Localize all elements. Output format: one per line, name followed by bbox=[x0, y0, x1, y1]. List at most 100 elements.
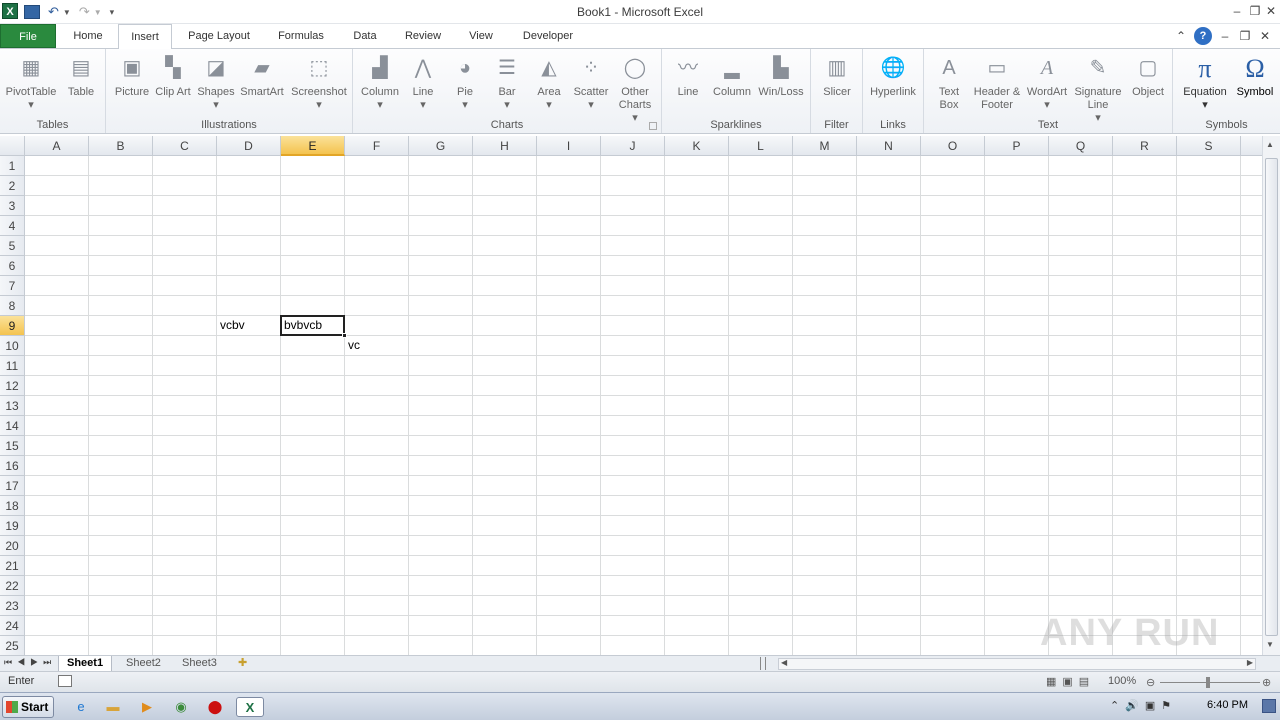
show-desktop-icon[interactable] bbox=[1262, 699, 1276, 713]
table-button[interactable]: ▤ Table bbox=[60, 51, 102, 99]
tab-review[interactable]: Review bbox=[396, 24, 450, 48]
tab-insert[interactable]: Insert bbox=[118, 24, 172, 49]
zoom-out-icon[interactable]: ⊖ bbox=[1146, 676, 1155, 689]
media-player-icon[interactable]: ▶ bbox=[136, 697, 158, 717]
row-header-13[interactable]: 13 bbox=[0, 396, 25, 416]
view-buttons[interactable]: ▦▣▤ bbox=[1046, 675, 1095, 688]
hyperlink-button[interactable]: 🌐 Hyperlink bbox=[865, 51, 921, 99]
row-header-3[interactable]: 3 bbox=[0, 196, 25, 216]
column-header-C[interactable]: C bbox=[153, 136, 217, 156]
row-header-18[interactable]: 18 bbox=[0, 496, 25, 516]
tab-file[interactable]: File bbox=[0, 24, 56, 48]
select-all-corner[interactable] bbox=[0, 136, 25, 156]
vertical-scroll-thumb[interactable] bbox=[1265, 158, 1278, 636]
wordart-button[interactable]: A WordArt ▾ bbox=[1024, 51, 1070, 112]
pie-chart-button[interactable]: ◕ Pie ▾ bbox=[445, 51, 485, 112]
tab-developer[interactable]: Developer bbox=[512, 24, 584, 48]
zoom-level[interactable]: 100% bbox=[1108, 675, 1136, 687]
row-header-7[interactable]: 7 bbox=[0, 276, 25, 296]
area-chart-button[interactable]: ◭ Area ▾ bbox=[529, 51, 569, 112]
scatter-chart-button[interactable]: ⁘ Scatter ▾ bbox=[569, 51, 613, 112]
row-header-10[interactable]: 10 bbox=[0, 336, 25, 356]
zoom-slider[interactable] bbox=[1160, 682, 1260, 683]
shapes-button[interactable]: ◪ Shapes ▾ bbox=[194, 51, 238, 112]
sheet-tab-sheet2[interactable]: Sheet2 bbox=[118, 656, 169, 672]
picture-button[interactable]: ▣ Picture bbox=[112, 51, 152, 99]
column-header-B[interactable]: B bbox=[89, 136, 153, 156]
tab-data[interactable]: Data bbox=[340, 24, 390, 48]
row-header-9[interactable]: 9 bbox=[0, 316, 25, 336]
row-header-21[interactable]: 21 bbox=[0, 556, 25, 576]
sheet-tab-sheet3[interactable]: Sheet3 bbox=[174, 656, 225, 672]
object-button[interactable]: ▢ Object bbox=[1126, 51, 1170, 99]
row-header-4[interactable]: 4 bbox=[0, 216, 25, 236]
workbook-restore-icon[interactable]: ❐ bbox=[1236, 27, 1254, 45]
tab-view[interactable]: View bbox=[458, 24, 504, 48]
horizontal-scrollbar[interactable]: ◀ ▶ bbox=[778, 658, 1256, 670]
column-header-M[interactable]: M bbox=[793, 136, 857, 156]
tab-split-handle[interactable] bbox=[760, 657, 766, 670]
opera-icon[interactable]: ⬤ bbox=[204, 697, 226, 717]
column-header-D[interactable]: D bbox=[217, 136, 281, 156]
column-header-H[interactable]: H bbox=[473, 136, 537, 156]
cell-E9[interactable]: bvbvcb bbox=[284, 315, 322, 335]
row-header-15[interactable]: 15 bbox=[0, 436, 25, 456]
column-header-F[interactable]: F bbox=[345, 136, 409, 156]
column-header-K[interactable]: K bbox=[665, 136, 729, 156]
sparkline-winloss-button[interactable]: ▙ Win/Loss bbox=[756, 51, 806, 99]
column-header-E[interactable]: E bbox=[281, 136, 345, 156]
other-charts-button[interactable]: ◯ Other Charts ▾ bbox=[613, 51, 657, 125]
help-icon[interactable]: ? bbox=[1194, 27, 1212, 45]
worksheet-grid[interactable]: ABCDEFGHIJKLMNOPQRS 1 2 3 4 5 6 7 8 9 10 11 12 13 14 1… bbox=[0, 136, 1262, 655]
column-header-S[interactable]: S bbox=[1177, 136, 1241, 156]
scroll-down-icon[interactable]: ▼ bbox=[1266, 640, 1274, 649]
row-header-11[interactable]: 11 bbox=[0, 356, 25, 376]
tab-page-layout[interactable]: Page Layout bbox=[178, 24, 260, 48]
row-header-19[interactable]: 19 bbox=[0, 516, 25, 536]
close-icon[interactable]: ✕ bbox=[1262, 2, 1280, 20]
chrome-icon[interactable]: ◉ bbox=[170, 697, 192, 717]
zoom-slider-thumb[interactable] bbox=[1206, 677, 1210, 688]
sheet-tab-sheet1[interactable]: Sheet1 bbox=[58, 656, 113, 672]
column-header-G[interactable]: G bbox=[409, 136, 473, 156]
internet-explorer-icon[interactable]: e bbox=[70, 697, 92, 717]
insert-sheet-icon[interactable]: ✚ bbox=[230, 656, 255, 672]
screenshot-button[interactable]: ⬚ Screenshot ▾ bbox=[288, 51, 350, 112]
row-header-14[interactable]: 14 bbox=[0, 416, 25, 436]
row-header-16[interactable]: 16 bbox=[0, 456, 25, 476]
row-header-5[interactable]: 5 bbox=[0, 236, 25, 256]
row-header-2[interactable]: 2 bbox=[0, 176, 25, 196]
signature-line-button[interactable]: ✎ Signature Line ▾ bbox=[1070, 51, 1126, 125]
excel-taskbar-icon[interactable]: X bbox=[236, 697, 264, 717]
vertical-scrollbar[interactable]: ▲ ▼ bbox=[1262, 136, 1280, 655]
clip-art-button[interactable]: ▚ Clip Art bbox=[154, 51, 192, 99]
row-header-22[interactable]: 22 bbox=[0, 576, 25, 596]
row-header-20[interactable]: 20 bbox=[0, 536, 25, 556]
cell-F10[interactable]: vc bbox=[348, 335, 360, 355]
macro-record-icon[interactable] bbox=[58, 675, 72, 687]
bar-chart-button[interactable]: ☰ Bar ▾ bbox=[487, 51, 527, 112]
equation-button[interactable]: π Equation ▾ bbox=[1177, 51, 1233, 112]
tab-home[interactable]: Home bbox=[62, 24, 114, 48]
row-header-24[interactable]: 24 bbox=[0, 616, 25, 636]
column-header-Q[interactable]: Q bbox=[1049, 136, 1113, 156]
column-header-R[interactable]: R bbox=[1113, 136, 1177, 156]
column-header-O[interactable]: O bbox=[921, 136, 985, 156]
row-header-8[interactable]: 8 bbox=[0, 296, 25, 316]
clock[interactable]: 6:40 PM bbox=[1207, 699, 1248, 711]
sparkline-line-button[interactable]: 〰 Line bbox=[668, 51, 708, 99]
minimize-icon[interactable]: ‒ bbox=[1228, 2, 1246, 20]
tab-formulas[interactable]: Formulas bbox=[268, 24, 334, 48]
smartart-button[interactable]: ▰ SmartArt bbox=[238, 51, 286, 99]
pivottable-button[interactable]: ▦ PivotTable ▾ bbox=[4, 51, 58, 112]
fill-handle[interactable] bbox=[342, 333, 347, 338]
column-header-N[interactable]: N bbox=[857, 136, 921, 156]
column-header-A[interactable]: A bbox=[25, 136, 89, 156]
row-header-17[interactable]: 17 bbox=[0, 476, 25, 496]
row-header-25[interactable]: 25 bbox=[0, 636, 25, 655]
row-header-6[interactable]: 6 bbox=[0, 256, 25, 276]
zoom-in-icon[interactable]: ⊕ bbox=[1262, 676, 1271, 689]
workbook-close-icon[interactable]: ✕ bbox=[1256, 27, 1274, 45]
row-header-12[interactable]: 12 bbox=[0, 376, 25, 396]
start-button[interactable]: Start bbox=[2, 696, 54, 718]
